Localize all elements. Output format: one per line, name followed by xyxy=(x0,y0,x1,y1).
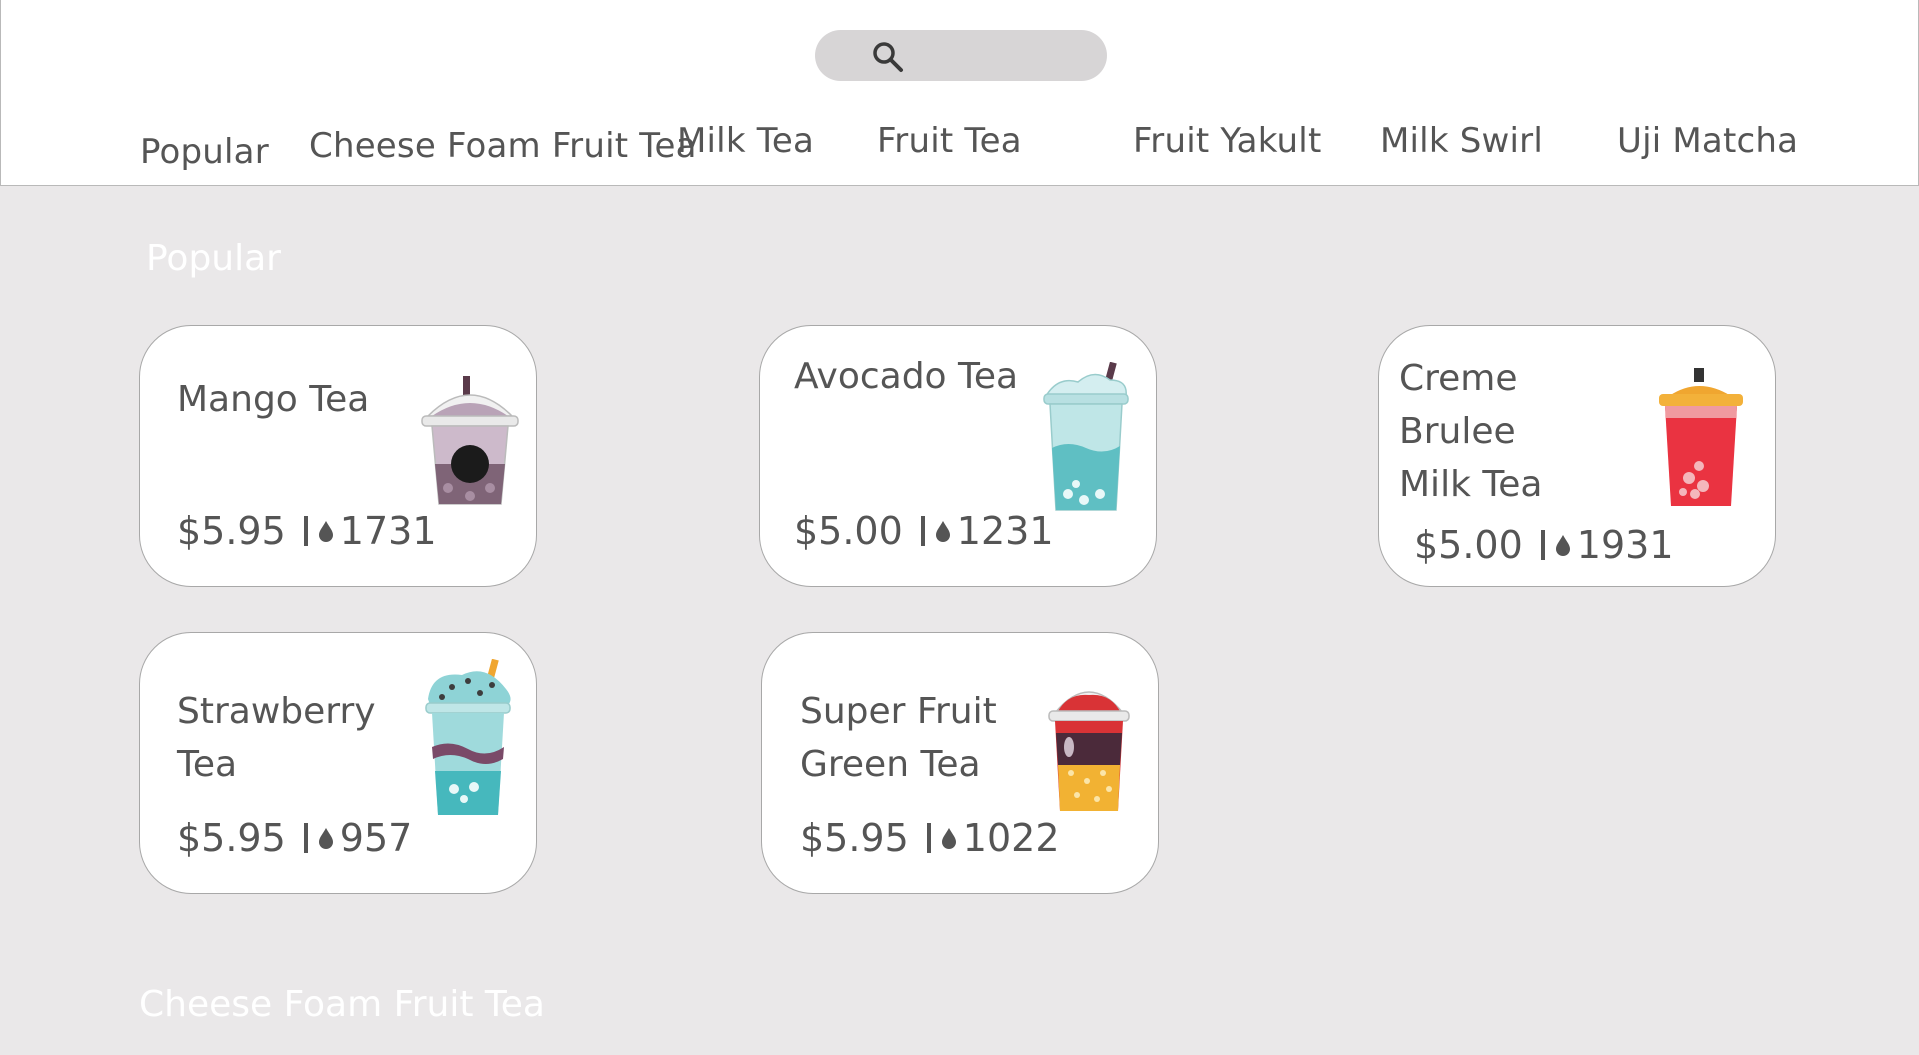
product-name: Mango Tea xyxy=(177,379,370,420)
product-meta: $5.95 957 xyxy=(177,816,412,860)
tab-milk-tea[interactable]: Milk Tea xyxy=(677,121,814,161)
drop-icon xyxy=(318,521,333,542)
product-count: 1731 xyxy=(339,509,437,553)
product-card-avocado-tea[interactable]: Avocado Tea $5.00 1231 xyxy=(759,325,1157,587)
product-name: Avocado Tea xyxy=(794,356,1019,397)
tab-fruit-tea[interactable]: Fruit Tea xyxy=(877,121,1022,161)
product-name-line2: Milk Tea xyxy=(1399,464,1543,505)
tab-milk-swirl[interactable]: Milk Swirl xyxy=(1380,121,1543,161)
product-meta: $5.95 1731 xyxy=(177,509,437,553)
top-header: Popular Cheese Foam Fruit Tea Milk Tea F… xyxy=(0,0,1919,186)
tab-uji-matcha[interactable]: Uji Matcha xyxy=(1617,121,1798,161)
product-price: $5.95 xyxy=(177,509,286,553)
product-name-line2: Tea xyxy=(177,744,238,785)
divider xyxy=(303,516,308,546)
tab-popular[interactable]: Popular xyxy=(140,132,269,172)
section-title-cheese-foam-fruit-tea: Cheese Foam Fruit Tea xyxy=(139,984,545,1025)
section-title-popular: Popular xyxy=(146,238,281,279)
drink-cup-icon xyxy=(1659,368,1743,506)
drop-icon xyxy=(941,828,956,849)
product-name: Super Fruit Green Tea xyxy=(800,685,1040,791)
product-card-strawberry-tea[interactable]: Strawberry Tea $5.95 957 xyxy=(139,632,537,894)
product-card-mango-tea[interactable]: Mango Tea $5.95 1731 xyxy=(139,325,537,587)
drop-icon xyxy=(1555,535,1570,556)
product-count: 957 xyxy=(339,816,413,860)
product-card-creme-brulee-milk-tea[interactable]: Creme Brulee Milk Tea $5.00 1931 xyxy=(1378,325,1776,587)
product-name-line1: Super Fruit xyxy=(800,691,997,732)
drink-cup-icon xyxy=(421,376,519,505)
drink-cup-icon xyxy=(425,659,511,815)
product-name-line2: Green Tea xyxy=(800,744,981,785)
tab-fruit-yakult[interactable]: Fruit Yakult xyxy=(1133,121,1322,161)
search-input[interactable] xyxy=(815,30,1107,81)
product-count: 1931 xyxy=(1576,523,1674,567)
product-count: 1231 xyxy=(956,509,1054,553)
product-price: $5.00 xyxy=(1414,523,1523,567)
drop-icon xyxy=(318,828,333,849)
product-count: 1022 xyxy=(962,816,1060,860)
drop-icon xyxy=(935,521,950,542)
product-name-line1: Strawberry xyxy=(177,691,376,732)
drink-cup-icon xyxy=(1048,691,1130,811)
product-price: $5.95 xyxy=(177,816,286,860)
tab-cheese-foam-fruit-tea[interactable]: Cheese Foam Fruit Tea xyxy=(309,126,697,166)
search-icon xyxy=(873,42,903,72)
divider xyxy=(920,516,925,546)
product-meta: $5.00 1231 xyxy=(794,509,1054,553)
divider xyxy=(1540,530,1545,560)
product-meta: $5.00 1931 xyxy=(1414,523,1674,567)
divider xyxy=(303,823,308,853)
product-price: $5.95 xyxy=(800,816,909,860)
product-meta: $5.95 1022 xyxy=(800,816,1060,860)
drink-cup-icon xyxy=(1043,362,1129,511)
product-card-super-fruit-green-tea[interactable]: Super Fruit Green Tea $5.95 1022 xyxy=(761,632,1159,894)
divider xyxy=(926,823,931,853)
product-price: $5.00 xyxy=(794,509,903,553)
product-name: Creme Brulee Milk Tea xyxy=(1399,352,1639,511)
product-name-line1: Creme Brulee xyxy=(1399,358,1518,452)
product-name: Strawberry Tea xyxy=(177,685,417,791)
